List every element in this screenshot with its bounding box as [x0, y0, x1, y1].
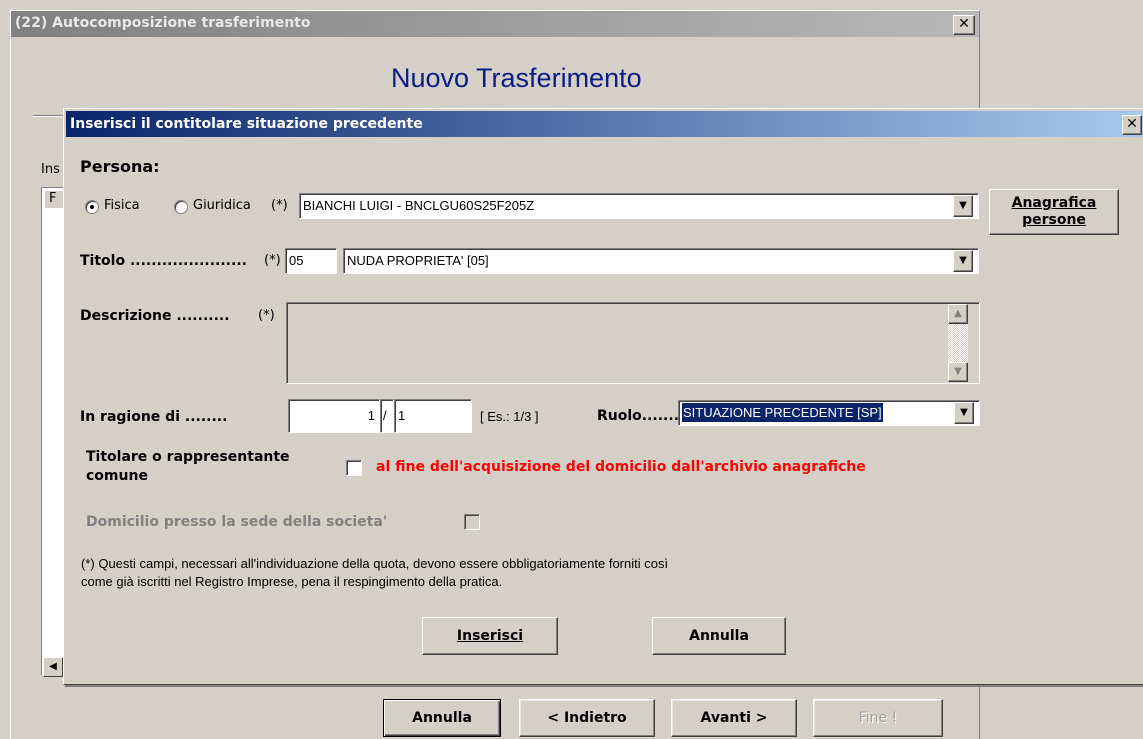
persona-select-value: BIANCHI LUIGI - BNCLGU60S25F205Z — [303, 198, 535, 213]
titolo-select[interactable]: NUDA PROPRIETA' [05] — [343, 248, 979, 274]
descrizione-textarea — [286, 302, 980, 384]
footnote: (*) Questi campi, necessari all'individu… — [81, 555, 668, 591]
radio-fisica[interactable] — [85, 200, 99, 214]
finish-label: Fine ! — [858, 710, 898, 726]
persona-label: Persona: — [80, 157, 160, 176]
titolare-label-line1: Titolare o rappresentante — [86, 449, 290, 465]
ragione-label: In ragione di ........ — [80, 409, 228, 425]
titolo-select-value: NUDA PROPRIETA' [05] — [347, 253, 489, 268]
ragione-denominator-input[interactable]: 1 — [394, 399, 472, 433]
ragione-denominator-value: 1 — [398, 408, 406, 423]
chevron-down-icon[interactable]: ▼ — [953, 195, 973, 217]
footnote-line1: (*) Questi campi, necessari all'individu… — [81, 556, 669, 571]
inserisci-label: Inserisci — [456, 628, 524, 644]
wizard-cancel-button[interactable]: Annulla — [383, 699, 501, 737]
required-mark-persona: (*) — [271, 198, 288, 213]
anagrafica-label-line1: Anagrafica — [1011, 195, 1097, 211]
scroll-left-icon[interactable]: ◀ — [43, 657, 63, 677]
wizard-divider — [33, 115, 63, 117]
ragione-separator: / — [380, 399, 394, 433]
back-label: < Indietro — [547, 710, 627, 726]
next-button[interactable]: Avanti > — [671, 699, 797, 737]
titolare-checkbox[interactable] — [346, 460, 362, 476]
titolare-label-line2: comune — [86, 468, 148, 484]
footnote-line2: come già iscritti nel Registro Imprese, … — [81, 574, 503, 589]
ragione-numerator-value: 1 — [367, 408, 375, 423]
titolare-note: al fine dell'acquisizione del domicilio … — [376, 459, 866, 475]
domicilio-label: Domicilio presso la sede della societa' — [86, 514, 388, 530]
close-icon[interactable]: ✕ — [953, 15, 975, 35]
titolo-label: Titolo ...................... — [80, 253, 247, 269]
back-button[interactable]: < Indietro — [519, 699, 655, 737]
finish-button: Fine ! — [813, 699, 943, 737]
wizard-title: (22) Autocomposizione trasferimento — [15, 15, 311, 31]
scroll-down-icon[interactable]: ▼ — [948, 362, 968, 382]
titolare-label: Titolare o rappresentante comune — [86, 448, 290, 486]
wizard-titlebar: (22) Autocomposizione trasferimento ✕ — [11, 11, 979, 37]
wizard-heading: Nuovo Trasferimento — [391, 63, 642, 93]
ragione-example: [ Es.: 1/3 ] — [480, 409, 539, 424]
ruolo-select[interactable]: SITUAZIONE PRECEDENTE [SP] — [678, 400, 980, 426]
persona-select[interactable]: BIANCHI LUIGI - BNCLGU60S25F205Z — [299, 193, 979, 219]
close-icon[interactable]: ✕ — [1122, 115, 1142, 135]
ragione-separator-value: / — [383, 408, 387, 423]
dialog-titlebar: Inserisci il contitolare situazione prec… — [66, 111, 1143, 137]
descrizione-label: Descrizione .......... — [80, 308, 230, 324]
required-mark-descrizione: (*) — [258, 308, 275, 323]
annulla-button[interactable]: Annulla — [652, 617, 786, 655]
ruolo-label: Ruolo....... — [597, 408, 680, 424]
radio-giuridica[interactable] — [174, 200, 188, 214]
ruolo-select-value: SITUAZIONE PRECEDENTE [SP] — [682, 403, 883, 422]
titolo-code-value: 05 — [289, 253, 304, 268]
descrizione-scrollbar[interactable]: ▲ ▼ — [948, 304, 968, 382]
radio-giuridica-label[interactable]: Giuridica — [193, 198, 251, 213]
scroll-up-icon[interactable]: ▲ — [948, 304, 968, 324]
next-label: Avanti > — [700, 710, 768, 726]
chevron-down-icon[interactable]: ▼ — [954, 402, 974, 424]
inserisci-button[interactable]: Inserisci — [422, 617, 558, 655]
required-mark-titolo: (*) — [264, 253, 281, 268]
radio-fisica-label[interactable]: Fisica — [104, 198, 140, 213]
anagrafica-persone-button[interactable]: Anagrafica persone — [989, 189, 1119, 235]
insert-co-owner-dialog: Inserisci il contitolare situazione prec… — [63, 108, 1143, 685]
annulla-label: Annulla — [689, 628, 749, 644]
dialog-title: Inserisci il contitolare situazione prec… — [70, 116, 423, 132]
ragione-numerator-input[interactable]: 1 — [288, 399, 380, 433]
domicilio-checkbox — [464, 514, 480, 530]
chevron-down-icon[interactable]: ▼ — [953, 250, 973, 272]
wizard-cancel-label: Annulla — [412, 710, 472, 726]
anagrafica-label-line2: persone — [1022, 212, 1086, 228]
wizard-list-label: Ins — [41, 162, 60, 177]
titolo-code-input[interactable]: 05 — [285, 248, 337, 274]
